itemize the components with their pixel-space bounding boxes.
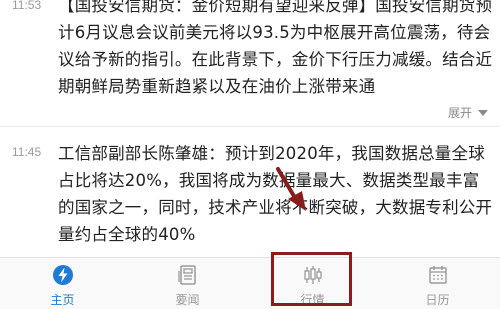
calendar-icon — [428, 266, 447, 284]
news-item[interactable]: 11:45 工信部副部长陈肇雄：预计到2020年，我国数据总量全球占比将达20%… — [0, 127, 500, 255]
tab-news[interactable]: 要闻 — [125, 258, 250, 309]
news-item[interactable]: 11:53 【国投安信期货：金价短期有望迎来反弹】国投安信期货预计6月议息会议前… — [0, 0, 500, 121]
app-screen: 11:53 【国投安信期货：金价短期有望迎来反弹】国投安信期货预计6月议息会议前… — [0, 0, 500, 309]
lightning-icon — [52, 265, 73, 285]
chevron-down-icon — [478, 109, 488, 116]
tab-home[interactable]: 主页 — [0, 258, 125, 309]
news-text: 工信部副部长陈肇雄：预计到2020年，我国数据总量全球占比将达20%，我国将成为… — [58, 144, 493, 244]
expand-button[interactable]: 展开 — [448, 104, 488, 121]
tab-label: 主页 — [50, 293, 75, 307]
tab-label: 行情 — [300, 293, 325, 307]
news-time: 11:53 — [12, 0, 42, 12]
news-icon — [177, 265, 196, 285]
news-text: 【国投安信期货：金价短期有望迎来反弹】国投安信期货预计6月议息会议前美元将以93… — [58, 0, 493, 96]
tab-label: 日历 — [425, 293, 450, 307]
tab-calendar[interactable]: 日历 — [375, 258, 500, 309]
candlestick-icon — [303, 266, 322, 284]
news-time: 11:45 — [12, 145, 42, 159]
expand-label: 展开 — [447, 106, 472, 120]
tab-label: 要闻 — [175, 293, 200, 307]
tab-market[interactable]: 行情 — [250, 258, 375, 309]
bottom-tab-bar: 主页 要闻 行情 日历 — [0, 257, 500, 309]
